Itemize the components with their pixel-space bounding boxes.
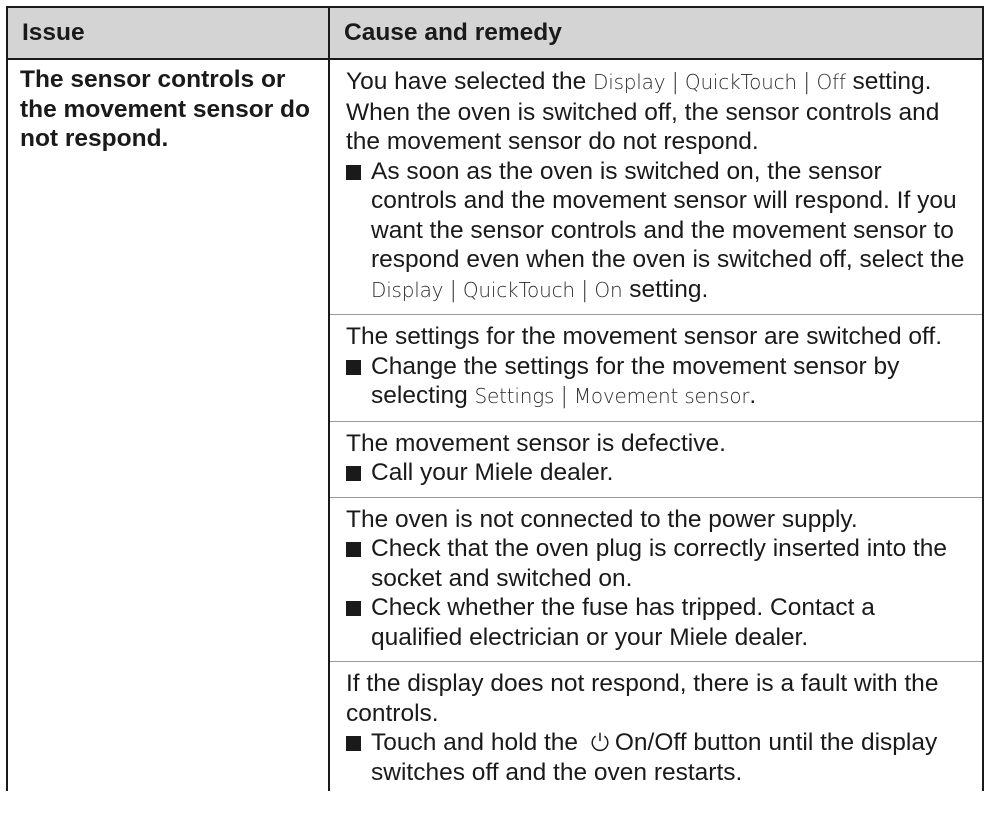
table-row: The sensor controls or the movement sens… xyxy=(6,58,984,791)
cause-column-header: Cause and remedy xyxy=(328,6,984,60)
bullet-square-icon xyxy=(346,164,361,180)
troubleshooting-table: Issue Cause and remedy The sensor contro… xyxy=(6,6,984,791)
cause-remedy-cell: The oven is not connected to the power s… xyxy=(328,496,984,662)
cause-text: If the display does not respond, there i… xyxy=(346,670,939,727)
bullet-square-icon xyxy=(346,542,361,557)
bullet-square-icon xyxy=(346,601,361,616)
issue-cell: The sensor controls or the movement sens… xyxy=(6,58,330,791)
remedy-bullet: Change the settings for the movement sen… xyxy=(346,352,972,412)
bullet-square-icon xyxy=(346,736,361,751)
cause-text: The movement sensor is defective. xyxy=(346,429,726,457)
remedy-bullet: Touch and hold the On/Off button until t… xyxy=(346,728,972,787)
bullet-square-icon xyxy=(346,359,361,375)
cause-text: The oven is not connected to the power s… xyxy=(346,505,858,533)
remedy-bullet: As soon as the oven is switched on, the … xyxy=(346,157,972,306)
cause-text: The settings for the movement sensor are… xyxy=(346,323,943,350)
table-header-row: Issue Cause and remedy xyxy=(6,6,984,60)
cause-text: You have selected the Display | QuickTou… xyxy=(346,68,940,155)
remedy-bullet: Check whether the fuse has tripped. Cont… xyxy=(346,593,972,652)
cause-remedy-cell: If the display does not respond, there i… xyxy=(328,661,984,791)
power-icon xyxy=(591,732,609,752)
remedy-bullet: Check that the oven plug is correctly in… xyxy=(346,534,972,593)
menu-path: Display | QuickTouch | Off xyxy=(593,70,846,95)
remedy-bullet: Call your Miele dealer. xyxy=(346,458,972,488)
cause-remedy-cell: The settings for the movement sensor are… xyxy=(328,314,984,421)
menu-path: Settings | Movement sensor xyxy=(474,384,750,409)
cause-remedy-cell: The movement sensor is defective. Call y… xyxy=(328,420,984,497)
issue-column-header: Issue xyxy=(6,6,330,60)
menu-path: Display | QuickTouch | On xyxy=(371,277,623,303)
cause-remedy-cell: You have selected the Display | QuickTou… xyxy=(328,58,984,315)
bullet-square-icon xyxy=(346,466,361,481)
